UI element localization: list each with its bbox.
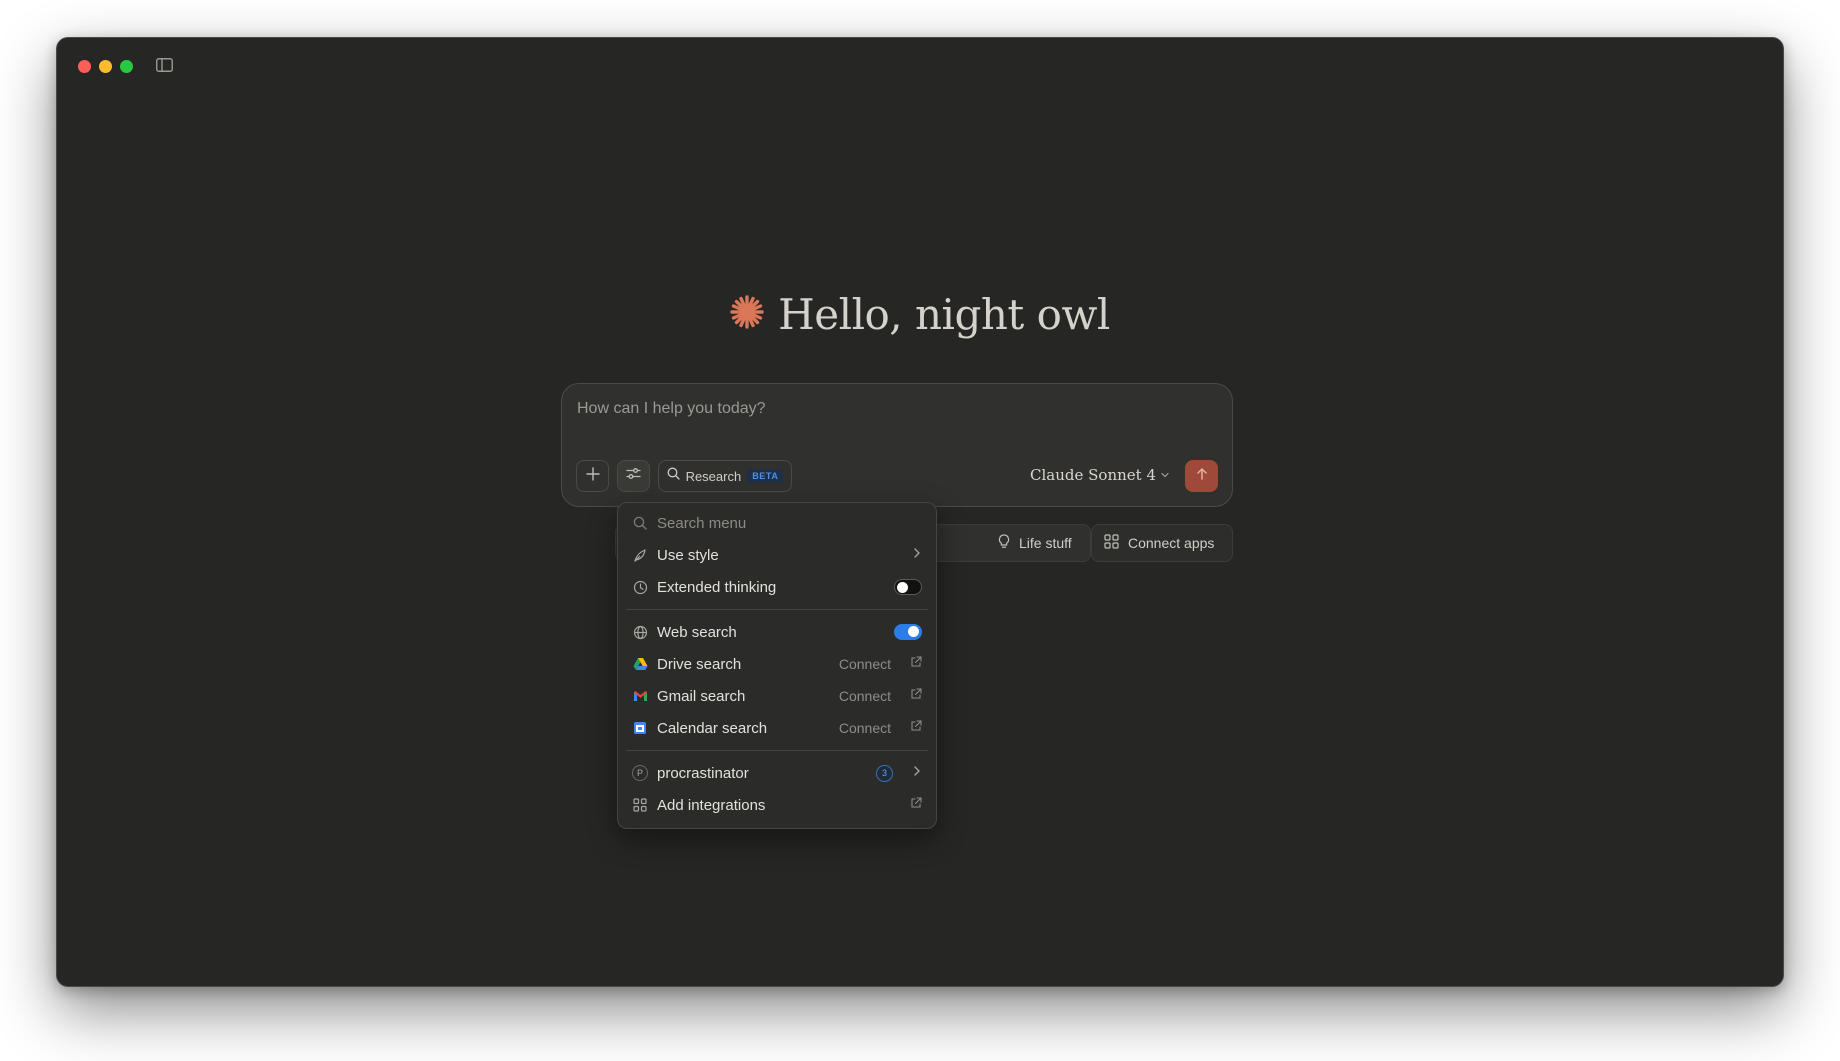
search-icon xyxy=(632,515,648,531)
research-search-icon xyxy=(667,467,680,485)
window-controls xyxy=(78,60,133,73)
menu-item-project[interactable]: P procrastinator 3 xyxy=(624,757,930,789)
external-link-icon xyxy=(910,719,922,737)
close-window-button[interactable] xyxy=(78,60,91,73)
menu-item-web-search[interactable]: Web search xyxy=(624,616,930,648)
message-input[interactable] xyxy=(577,400,1177,418)
chevron-down-icon xyxy=(1160,466,1170,484)
chevron-right-icon xyxy=(912,546,922,564)
web-search-toggle[interactable] xyxy=(894,624,922,640)
calendar-connect-label: Connect xyxy=(838,720,891,736)
lightbulb-icon xyxy=(998,534,1010,552)
drive-connect-label: Connect xyxy=(838,656,891,672)
send-button[interactable] xyxy=(1185,460,1218,492)
gmail-icon xyxy=(632,688,648,704)
use-style-label: Use style xyxy=(657,546,719,564)
suggestion-chip-life-stuff[interactable]: Life stuff xyxy=(927,524,1091,562)
menu-divider xyxy=(626,609,928,610)
add-attachment-button[interactable] xyxy=(576,460,609,492)
greeting-text: Hello, night owl xyxy=(778,290,1110,339)
arrow-up-icon xyxy=(1195,467,1209,486)
project-initial: P xyxy=(632,765,648,781)
tools-menu-button[interactable] xyxy=(617,460,650,492)
extended-thinking-label: Extended thinking xyxy=(657,578,777,596)
external-link-icon xyxy=(910,796,922,814)
gmail-search-label: Gmail search xyxy=(657,687,746,705)
chevron-right-icon xyxy=(912,764,922,782)
menu-item-drive-search[interactable]: Drive search Connect xyxy=(624,648,930,680)
menu-item-calendar-search[interactable]: Calendar search Connect xyxy=(624,712,930,744)
greeting: Hello, night owl xyxy=(57,290,1783,339)
external-link-icon xyxy=(910,655,922,673)
menu-item-extended-thinking[interactable]: Extended thinking xyxy=(624,571,930,603)
gmail-connect-label: Connect xyxy=(838,688,891,704)
composer: Research BETA Claude Sonnet 4 xyxy=(561,383,1233,507)
sidebar-icon xyxy=(155,57,173,77)
minimize-window-button[interactable] xyxy=(99,60,112,73)
search-menu-input[interactable] xyxy=(657,514,897,532)
menu-item-gmail-search[interactable]: Gmail search Connect xyxy=(624,680,930,712)
plus-icon xyxy=(585,466,600,486)
connect-apps-label: Connect apps xyxy=(1128,535,1215,551)
life-stuff-label: Life stuff xyxy=(1019,535,1072,551)
menu-search xyxy=(624,507,930,539)
app-window: Hello, night owl Research BETA Claude So… xyxy=(56,37,1784,987)
research-button[interactable]: Research BETA xyxy=(658,460,792,492)
beta-badge: BETA xyxy=(747,469,784,483)
web-search-label: Web search xyxy=(657,623,737,641)
model-selector[interactable]: Claude Sonnet 4 xyxy=(1030,466,1170,484)
globe-icon xyxy=(632,624,648,640)
google-calendar-icon xyxy=(632,720,648,736)
connect-apps-button[interactable]: Connect apps xyxy=(1091,524,1233,562)
drive-search-label: Drive search xyxy=(657,655,742,673)
project-avatar-icon: P xyxy=(632,765,648,781)
extended-thinking-toggle[interactable] xyxy=(894,579,922,595)
add-integrations-label: Add integrations xyxy=(657,796,766,814)
project-name-label: procrastinator xyxy=(657,764,749,782)
external-link-icon xyxy=(910,687,922,705)
pen-nib-icon xyxy=(632,547,648,563)
apps-grid-icon xyxy=(632,797,648,813)
sliders-icon xyxy=(626,467,641,485)
calendar-search-label: Calendar search xyxy=(657,719,768,737)
google-drive-icon xyxy=(632,656,648,672)
maximize-window-button[interactable] xyxy=(120,60,133,73)
sidebar-toggle-button[interactable] xyxy=(154,57,174,77)
menu-item-add-integrations[interactable]: Add integrations xyxy=(624,789,930,821)
project-count-badge: 3 xyxy=(876,764,893,782)
menu-divider xyxy=(626,750,928,751)
apps-grid-icon xyxy=(1104,534,1119,552)
claude-spark-icon xyxy=(730,295,764,334)
research-label: Research xyxy=(685,468,742,484)
menu-item-use-style[interactable]: Use style xyxy=(624,539,930,571)
clock-icon xyxy=(632,579,648,595)
tools-dropdown-menu: Use style Extended thinking Web search xyxy=(617,502,937,829)
model-label: Claude Sonnet 4 xyxy=(1030,466,1156,484)
